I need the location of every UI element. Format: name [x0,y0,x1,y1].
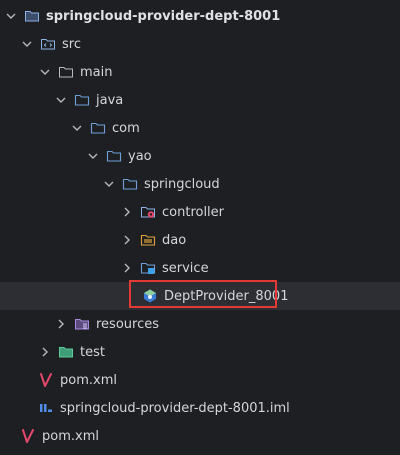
chevron-right-icon[interactable] [120,233,134,247]
package-icon [106,148,122,164]
service-folder-icon [140,260,156,276]
tree-item-label: pom.xml [60,372,117,388]
tree-item-label: controller [162,204,225,220]
tree-item-label: main [80,64,113,80]
tree-item-yao[interactable]: yao [0,142,400,170]
tree-item-label: java [96,92,124,108]
tree-item-test[interactable]: test [0,338,400,366]
folder-icon [58,64,74,80]
tree-item-label: resources [96,316,160,332]
controller-folder-icon [140,204,156,220]
tree-item-label: service [162,260,209,276]
project-tree: springcloud-provider-dept-8001 src main … [0,0,400,455]
chevron-down-icon[interactable] [102,177,116,191]
tree-item-label: test [80,344,105,360]
tree-item-service[interactable]: service [0,254,400,282]
chevron-right-icon[interactable] [38,345,52,359]
chevron-down-icon[interactable] [86,149,100,163]
chevron-right-icon[interactable] [54,317,68,331]
tree-item-controller[interactable]: controller [0,198,400,226]
dao-folder-icon [140,232,156,248]
maven-icon [38,372,54,388]
package-icon [122,176,138,192]
chevron-down-icon[interactable] [4,9,18,23]
tree-item-com[interactable]: com [0,114,400,142]
tree-item-src[interactable]: src [0,30,400,58]
chevron-down-icon[interactable] [54,93,68,107]
tree-item-resources[interactable]: resources [0,310,400,338]
tree-item-label: yao [128,148,152,164]
tree-item-label: pom.xml [42,428,99,444]
tree-item-label: src [62,36,81,52]
tree-item-main[interactable]: main [0,58,400,86]
tree-item-module-root[interactable]: springcloud-provider-dept-8001 [0,2,400,30]
tree-item-module-pom[interactable]: pom.xml [0,366,400,394]
tree-item-dao[interactable]: dao [0,226,400,254]
resources-folder-icon [74,316,90,332]
tree-item-iml-file[interactable]: springcloud-provider-dept-8001.iml [0,394,400,422]
package-icon [90,120,106,136]
tree-item-java[interactable]: java [0,86,400,114]
maven-icon [20,428,36,444]
chevron-right-icon[interactable] [120,205,134,219]
tree-item-label: springcloud-provider-dept-8001 [46,8,281,24]
tree-item-label: com [112,120,140,136]
chevron-down-icon[interactable] [38,65,52,79]
chevron-right-icon[interactable] [120,261,134,275]
test-folder-icon [58,344,74,360]
folder-icon [74,92,90,108]
folder-icon [24,8,40,24]
chevron-down-icon[interactable] [20,37,34,51]
tree-item-label: springcloud-provider-dept-8001.iml [60,400,290,416]
tree-item-root-pom[interactable]: pom.xml [0,422,400,450]
chevron-down-icon[interactable] [70,121,84,135]
iml-file-icon [38,400,54,416]
tree-item-label: dao [162,232,187,248]
source-folder-icon [40,36,56,52]
tree-item-label: springcloud [144,176,220,192]
highlight-box [129,280,277,308]
tree-item-springcloud[interactable]: springcloud [0,170,400,198]
